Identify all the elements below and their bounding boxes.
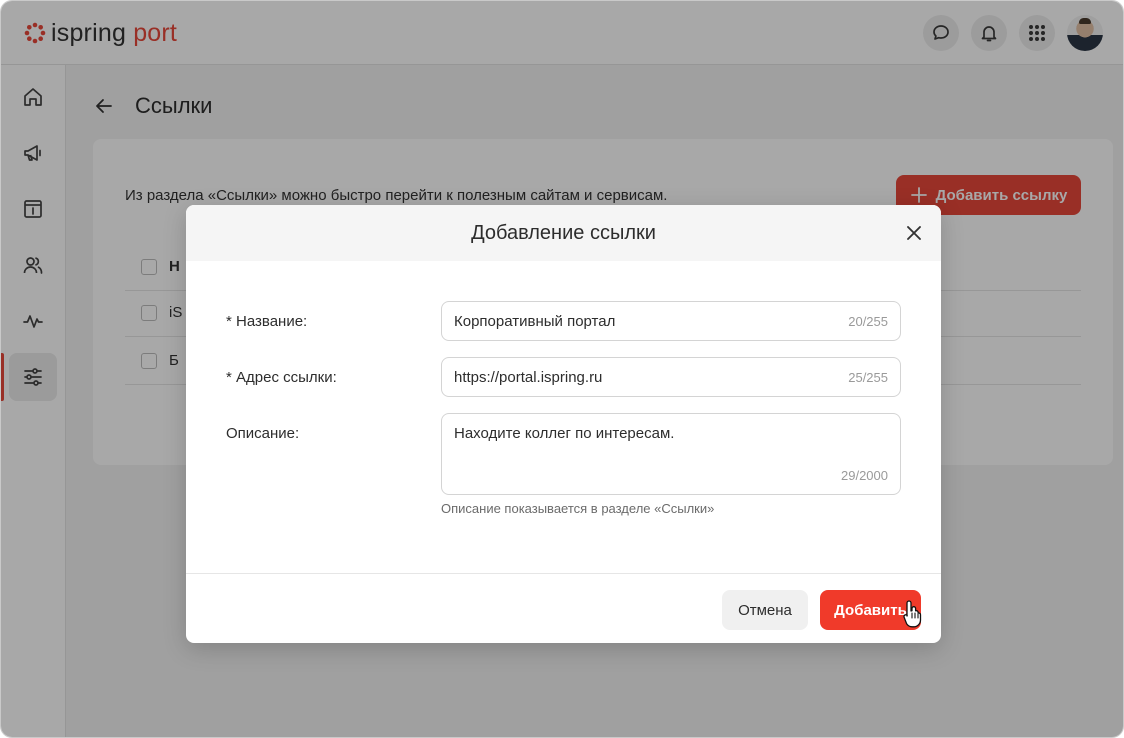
close-icon[interactable]: [903, 222, 925, 244]
hand-cursor-icon: [903, 600, 922, 628]
dialog-header: Добавление ссылки: [186, 205, 941, 261]
cancel-button[interactable]: Отмена: [722, 590, 808, 630]
description-hint: Описание показывается в разделе «Ссылки»: [441, 501, 715, 516]
name-label: * Название:: [226, 313, 308, 330]
description-textarea[interactable]: Находите коллег по интересам. 29/2000: [441, 413, 901, 495]
description-counter: 29/2000: [841, 468, 888, 483]
url-value: https://portal.ispring.ru: [454, 369, 603, 386]
url-counter: 25/255: [848, 370, 888, 385]
name-value: Корпоративный портал: [454, 313, 616, 330]
dialog-title: Добавление ссылки: [471, 221, 656, 244]
url-field[interactable]: https://portal.ispring.ru 25/255: [441, 357, 901, 397]
dialog-footer: Отмена Добавить: [186, 573, 941, 643]
description-label: Описание:: [226, 425, 300, 442]
app-window: ispring port Ссылки Из раздела «Ссылки» …: [0, 0, 1124, 738]
url-label: * Адрес ссылки:: [226, 369, 337, 386]
name-field[interactable]: Корпоративный портал 20/255: [441, 301, 901, 341]
name-counter: 20/255: [848, 314, 888, 329]
description-value: Находите коллег по интересам.: [454, 425, 675, 442]
add-link-dialog: Добавление ссылки * Название: Корпоратив…: [186, 205, 941, 643]
